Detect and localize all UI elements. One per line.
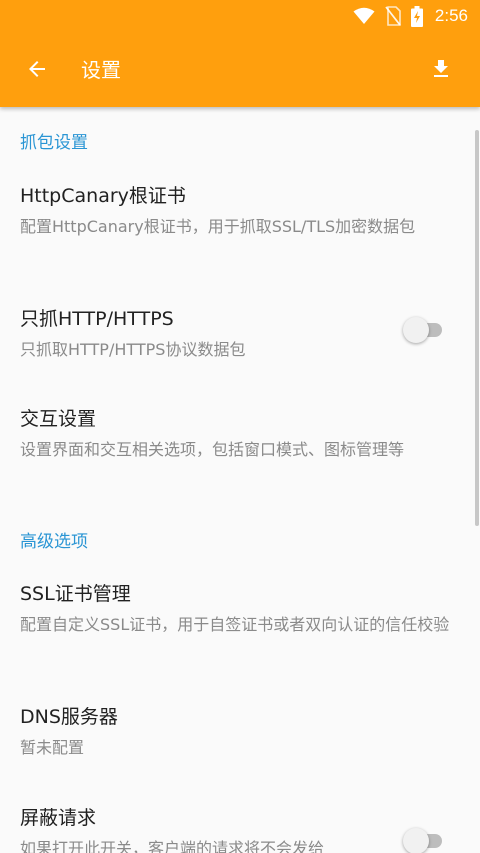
pref-summary: 配置HttpCanary根证书，用于抓取SSL/TLS加密数据包 xyxy=(20,217,416,236)
battery-charging-icon xyxy=(410,5,423,27)
wifi-icon xyxy=(353,7,375,24)
pref-title: HttpCanary根证书 xyxy=(20,185,186,207)
switch-thumb xyxy=(403,317,429,343)
switch-thumb xyxy=(403,828,429,853)
status-time: 2:56 xyxy=(434,6,468,25)
block-requests-switch[interactable] xyxy=(403,828,445,853)
section-header-advanced: 高级选项 xyxy=(20,532,88,552)
toolbar: 设置 xyxy=(0,32,480,107)
pref-root-certificate[interactable]: HttpCanary根证书 配置HttpCanary根证书，用于抓取SSL/TL… xyxy=(0,181,480,275)
settings-list[interactable]: 抓包设置 HttpCanary根证书 配置HttpCanary根证书，用于抓取S… xyxy=(0,107,480,853)
http-only-switch[interactable] xyxy=(403,317,445,343)
scrollbar[interactable] xyxy=(475,130,479,526)
pref-title: DNS服务器 xyxy=(20,706,118,728)
pref-summary: 暂未配置 xyxy=(20,738,85,757)
pref-interaction-settings[interactable]: 交互设置 设置界面和交互相关选项，包括窗口模式、图标管理等 xyxy=(0,404,480,498)
pref-title: 交互设置 xyxy=(20,408,97,430)
pref-summary: 只抓取HTTP/HTTPS协议数据包 xyxy=(20,340,246,359)
app-bar: 2:56 设置 xyxy=(0,0,480,107)
no-sim-icon xyxy=(385,6,401,26)
pref-http-only[interactable]: 只抓HTTP/HTTPS 只抓取HTTP/HTTPS协议数据包 xyxy=(0,304,480,366)
status-bar: 2:56 xyxy=(0,0,480,32)
download-icon xyxy=(434,60,448,77)
pref-dns-server[interactable]: DNS服务器 暂未配置 xyxy=(0,702,480,764)
pref-block-requests[interactable]: 屏蔽请求 如果打开此开关，客户端的请求将不会发给 xyxy=(0,803,480,853)
download-button[interactable] xyxy=(418,46,464,92)
pref-summary: 如果打开此开关，客户端的请求将不会发给 xyxy=(20,839,325,853)
pref-summary: 设置界面和交互相关选项，包括窗口模式、图标管理等 xyxy=(20,440,405,459)
page-title: 设置 xyxy=(81,58,121,82)
section-header-capture: 抓包设置 xyxy=(20,133,88,153)
pref-title: 只抓HTTP/HTTPS xyxy=(20,308,174,330)
status-icons: 2:56 xyxy=(353,4,468,28)
pref-title: 屏蔽请求 xyxy=(20,807,97,829)
pref-summary: 配置自定义SSL证书，用于自签证书或者双向认证的信任校验 xyxy=(20,615,450,634)
back-button[interactable] xyxy=(14,46,60,92)
pref-title: SSL证书管理 xyxy=(20,583,131,605)
pref-ssl-certificate-management[interactable]: SSL证书管理 配置自定义SSL证书，用于自签证书或者双向认证的信任校验 xyxy=(0,579,480,673)
arrow-back-icon xyxy=(29,61,45,77)
